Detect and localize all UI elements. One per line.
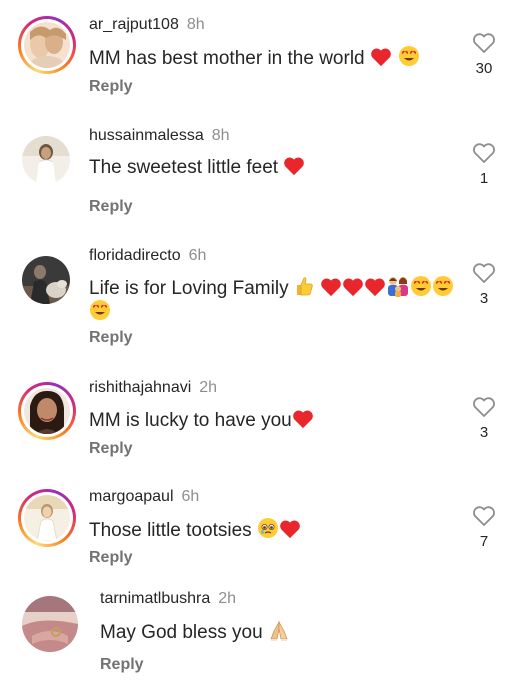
reply-button[interactable]: Reply: [89, 198, 133, 216]
timestamp: 6h: [188, 247, 207, 264]
avatar[interactable]: [22, 136, 70, 184]
like-button[interactable]: 7: [470, 505, 498, 550]
heart-icon: [292, 409, 314, 431]
timestamp: 8h: [186, 16, 205, 33]
like-count: 3: [479, 424, 489, 441]
username[interactable]: ar_rajput108: [89, 16, 179, 33]
comment-text: Life is for Loving Family: [89, 275, 454, 301]
avatar[interactable]: [18, 16, 76, 74]
thumbs-up-icon: [294, 277, 320, 299]
comment-header: rishithajahnavi 2h: [89, 379, 217, 397]
timestamp: 2h: [218, 590, 237, 607]
heart-eyes-icon: [432, 276, 454, 299]
heart-icon: [364, 277, 386, 299]
comment-text: MM has best mother in the world: [89, 45, 420, 71]
heart-outline-icon[interactable]: [472, 262, 496, 284]
heart-icon: [342, 277, 364, 299]
like-button[interactable]: 3: [470, 396, 498, 441]
heart-eyes-icon: [398, 46, 420, 69]
reply-button[interactable]: Reply: [89, 329, 133, 347]
folded-hands-icon: [268, 620, 290, 643]
heart-outline-icon[interactable]: [472, 142, 496, 164]
comment-header: tarnimatlbushra 2h: [100, 590, 236, 608]
reply-button[interactable]: Reply: [89, 440, 133, 458]
comment-header: hussainmalessa 8h: [89, 127, 230, 145]
avatar[interactable]: [22, 596, 78, 652]
heart-icon: [320, 277, 342, 299]
family-icon: [386, 277, 410, 299]
avatar[interactable]: [22, 256, 70, 304]
pleading-tears-icon: [257, 518, 279, 541]
username[interactable]: tarnimatlbushra: [100, 590, 210, 607]
avatar[interactable]: [18, 382, 76, 440]
comment-text: The sweetest little feet: [89, 155, 305, 180]
comment-text-body: May God bless you: [100, 622, 263, 643]
reply-button[interactable]: Reply: [100, 656, 144, 674]
comment-header: ar_rajput108 8h: [89, 16, 205, 34]
comment-text: MM is lucky to have you: [89, 408, 314, 433]
like-count: 3: [479, 290, 489, 307]
comment-text-body: MM has best mother in the world: [89, 48, 365, 69]
heart-eyes-icon: [410, 276, 432, 299]
heart-icon: [279, 519, 301, 541]
username[interactable]: margoapaul: [89, 488, 174, 505]
like-count: 7: [479, 533, 489, 550]
like-button[interactable]: 30: [470, 32, 498, 77]
timestamp: 6h: [181, 488, 200, 505]
reply-button[interactable]: Reply: [89, 549, 133, 567]
like-button[interactable]: 3: [470, 262, 498, 307]
avatar[interactable]: [18, 489, 76, 547]
timestamp: 8h: [211, 127, 230, 144]
comment-text-body: Life is for Loving Family: [89, 278, 289, 299]
username[interactable]: rishithajahnavi: [89, 379, 191, 396]
heart-outline-icon[interactable]: [472, 32, 496, 54]
username[interactable]: floridadirecto: [89, 247, 181, 264]
comment-text-body: The sweetest little feet: [89, 157, 279, 178]
like-button[interactable]: 1: [470, 142, 498, 187]
comment-text-body: MM is lucky to have you: [89, 410, 292, 431]
heart-outline-icon[interactable]: [472, 396, 496, 418]
heart-icon: [283, 156, 305, 178]
comment-text: May God bless you: [100, 619, 290, 645]
heart-outline-icon[interactable]: [472, 505, 496, 527]
like-count: 1: [479, 170, 489, 187]
comment-header: floridadirecto 6h: [89, 247, 206, 265]
username[interactable]: hussainmalessa: [89, 127, 204, 144]
timestamp: 2h: [199, 379, 218, 396]
heart-eyes-icon: [89, 300, 111, 323]
heart-icon: [370, 47, 398, 69]
comment-text-line-2: [89, 299, 111, 325]
reply-button[interactable]: Reply: [89, 78, 133, 96]
like-count: 30: [475, 60, 493, 77]
comment-header: margoapaul 6h: [89, 488, 199, 506]
comment-text: Those little tootsies: [89, 517, 301, 543]
comment-text-body: Those little tootsies: [89, 520, 252, 541]
